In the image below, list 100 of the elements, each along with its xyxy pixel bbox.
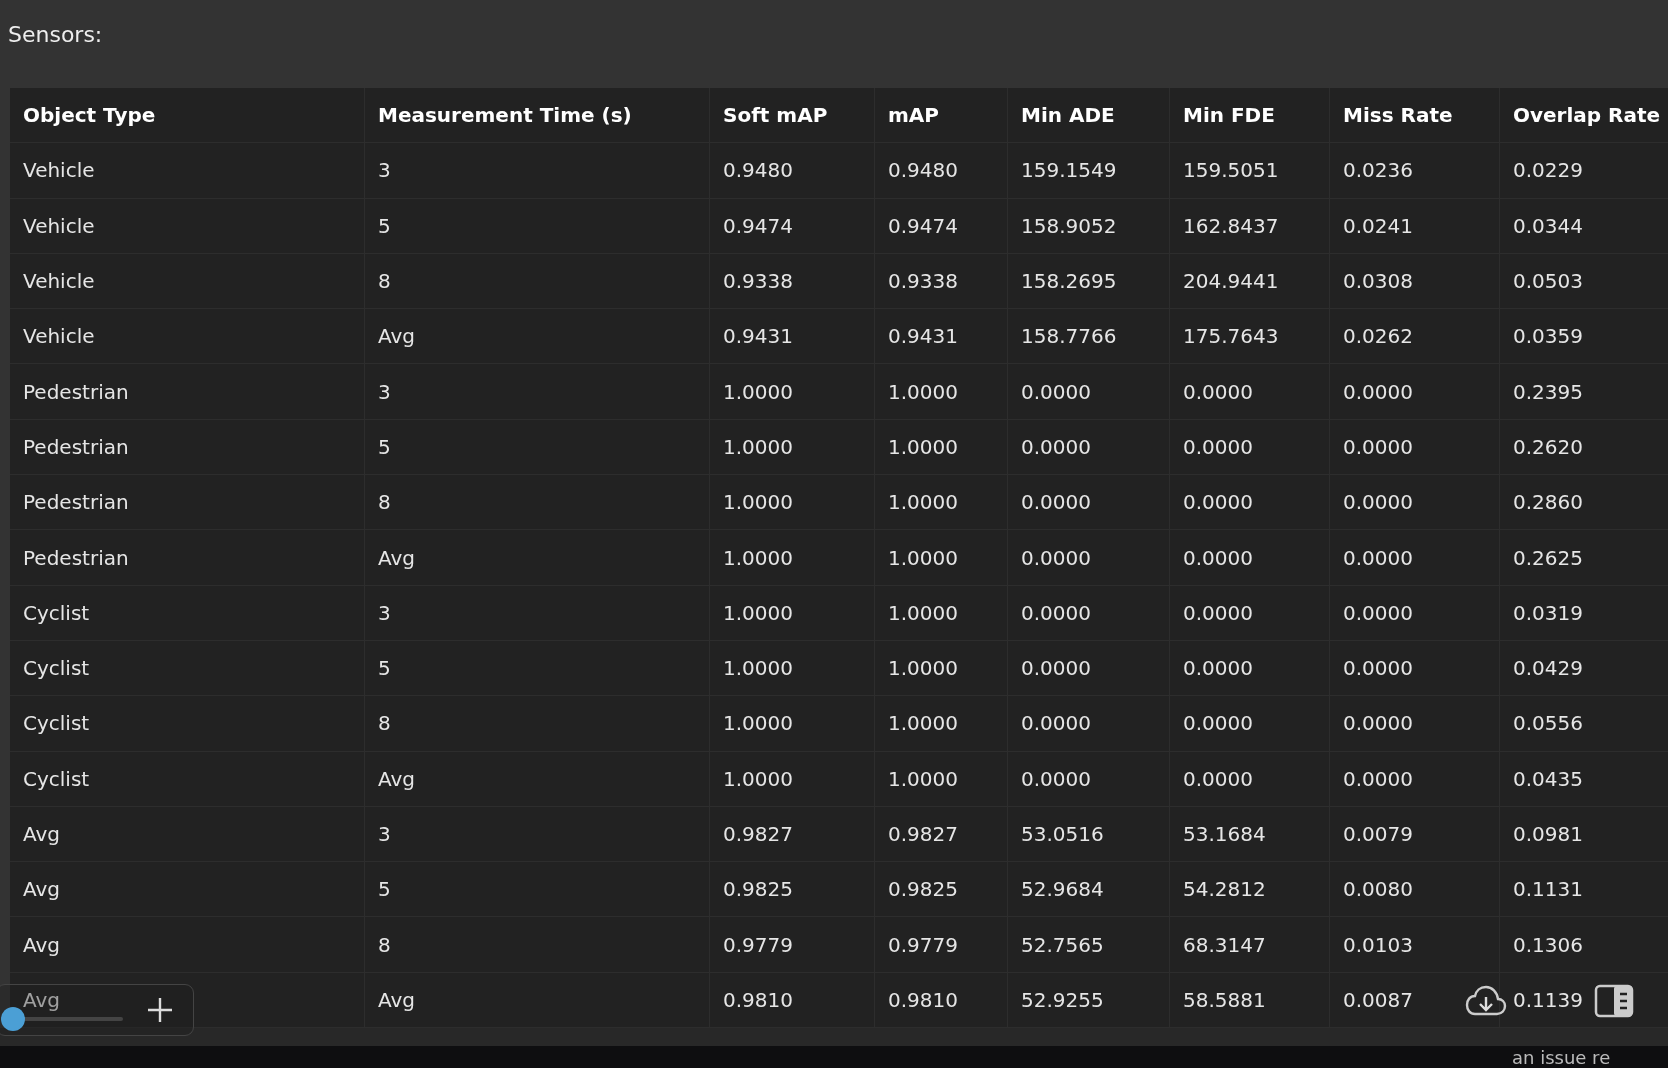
table-cell: Vehicle	[10, 309, 365, 365]
table-cell: 1.0000	[710, 364, 875, 420]
table-cell: 1.0000	[710, 419, 875, 476]
table-cell: Avg	[365, 309, 710, 365]
table-cell: 0.0000	[1330, 640, 1500, 697]
table-cell: 0.2860	[1500, 475, 1668, 531]
table-cell: 158.9052	[1008, 198, 1170, 254]
table-cell: 0.0103	[1330, 917, 1500, 973]
table-cell: 3	[365, 143, 710, 199]
table-cell: 0.0236	[1330, 143, 1500, 199]
table-cell: 204.9441	[1170, 253, 1330, 310]
table-cell: 0.1131	[1500, 862, 1668, 918]
table-cell: 0.9779	[710, 917, 875, 973]
table-cell: 0.0000	[1008, 585, 1170, 641]
table-cell: 0.0000	[1330, 696, 1500, 752]
table-cell: 159.5051	[1170, 143, 1330, 199]
table-cell: 0.0000	[1170, 751, 1330, 807]
table-cell: 53.1684	[1170, 806, 1330, 863]
table-cell: 8	[365, 253, 710, 310]
table-cell: 1.0000	[710, 640, 875, 697]
table-cell: Cyclist	[10, 696, 365, 752]
table-cell: 0.0556	[1500, 696, 1668, 752]
table-cell: Vehicle	[10, 198, 365, 254]
table-cell: 158.7766	[1008, 309, 1170, 365]
table-cell: 0.0000	[1170, 696, 1330, 752]
table-cell: 0.0000	[1008, 419, 1170, 476]
table-cell: 0.0000	[1170, 364, 1330, 420]
table-cell: 1.0000	[875, 530, 1008, 586]
table-cell: 175.7643	[1170, 309, 1330, 365]
table-cell: 0.2620	[1500, 419, 1668, 476]
column-header: Min FDE	[1170, 88, 1330, 144]
table-cell: 0.0308	[1330, 253, 1500, 310]
table-cell: 0.0981	[1500, 806, 1668, 863]
table-cell: 0.0000	[1008, 364, 1170, 420]
table-cell: 0.0229	[1500, 143, 1668, 199]
table-cell: 0.0000	[1330, 530, 1500, 586]
footer-text: an issue re	[1512, 1047, 1611, 1068]
table-cell: 8	[365, 917, 710, 973]
table-cell: 0.0000	[1008, 475, 1170, 531]
column-header: Miss Rate	[1330, 88, 1500, 144]
table-cell: 5	[365, 198, 710, 254]
table-cell: 0.0503	[1500, 253, 1668, 310]
table-cell: 52.7565	[1008, 917, 1170, 973]
table-cell: 1.0000	[710, 475, 875, 531]
table-cell: 0.9825	[710, 862, 875, 918]
table-cell: 1.0000	[875, 696, 1008, 752]
table-cell: 1.0000	[710, 530, 875, 586]
table-cell: 0.9827	[875, 806, 1008, 863]
table-cell: Cyclist	[10, 585, 365, 641]
table-cell: 3	[365, 364, 710, 420]
table-cell: 0.0429	[1500, 640, 1668, 697]
table-cell: Pedestrian	[10, 419, 365, 476]
table-cell: 159.1549	[1008, 143, 1170, 199]
table-cell: 0.0000	[1008, 640, 1170, 697]
table-cell: 0.9480	[875, 143, 1008, 199]
table-cell: 0.0000	[1170, 640, 1330, 697]
table-cell: 0.0000	[1170, 530, 1330, 586]
table-cell: 162.8437	[1170, 198, 1330, 254]
table-cell: 0.0319	[1500, 585, 1668, 641]
table-cell: 5	[365, 862, 710, 918]
table-cell: Avg	[10, 917, 365, 973]
table-cell: 0.0000	[1330, 585, 1500, 641]
table-cell: 0.9338	[875, 253, 1008, 310]
table-cell: 0.0000	[1330, 475, 1500, 531]
table-cell: 158.2695	[1008, 253, 1170, 310]
table-cell: 0.9779	[875, 917, 1008, 973]
column-header: Soft mAP	[710, 88, 875, 144]
table-cell: 0.0000	[1008, 751, 1170, 807]
table-cell: Avg	[10, 806, 365, 863]
table-cell: 68.3147	[1170, 917, 1330, 973]
table-cell: 0.0079	[1330, 806, 1500, 863]
table-cell: 0.0359	[1500, 309, 1668, 365]
column-header: Overlap Rate	[1500, 88, 1668, 144]
table-cell: 0.0000	[1008, 696, 1170, 752]
column-header: Min ADE	[1008, 88, 1170, 144]
table-cell: 0.0262	[1330, 309, 1500, 365]
table-cell: 54.2812	[1170, 862, 1330, 918]
table-cell: 0.9431	[710, 309, 875, 365]
table-cell: 0.1306	[1500, 917, 1668, 973]
table-cell: 0.0000	[1330, 419, 1500, 476]
table-cell: 8	[365, 475, 710, 531]
table-cell: 0.9825	[875, 862, 1008, 918]
table-cell: Vehicle	[10, 253, 365, 310]
table-cell: 52.9684	[1008, 862, 1170, 918]
table-cell: 1.0000	[875, 751, 1008, 807]
column-header: Measurement Time (s)	[365, 88, 710, 144]
side-panel-icon[interactable]	[1594, 984, 1634, 1018]
table-cell: 0.0435	[1500, 751, 1668, 807]
table-cell: 1.0000	[875, 585, 1008, 641]
table-cell: Pedestrian	[10, 475, 365, 531]
table-cell: 0.9431	[875, 309, 1008, 365]
section-label: Sensors:	[8, 22, 103, 47]
table-cell: 3	[365, 585, 710, 641]
table-cell: 0.0000	[1008, 530, 1170, 586]
table-cell: 0.9338	[710, 253, 875, 310]
table-cell: Avg	[365, 751, 710, 807]
table-cell: 0.9827	[710, 806, 875, 863]
table-cell: 1.0000	[875, 640, 1008, 697]
slider-thumb[interactable]	[1, 1007, 25, 1031]
table-cell: 3	[365, 806, 710, 863]
